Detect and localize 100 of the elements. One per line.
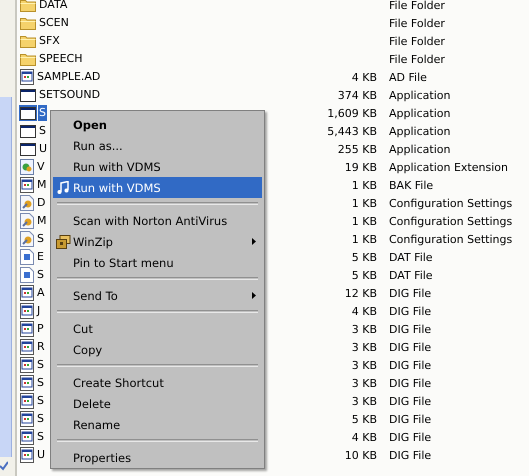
document-icon <box>20 177 34 193</box>
file-name[interactable]: J <box>36 303 42 319</box>
document-icon <box>20 303 34 319</box>
window-icon <box>20 142 36 156</box>
menu-item[interactable]: Send To <box>53 285 262 306</box>
settings-file-icon <box>20 231 34 247</box>
file-type: Configuration Settings <box>389 196 512 210</box>
file-name[interactable]: U <box>38 141 48 157</box>
file-name[interactable]: P <box>36 321 45 337</box>
menu-item[interactable]: Run with VDMS <box>53 156 262 177</box>
file-name[interactable]: S <box>38 123 47 139</box>
file-name[interactable]: A <box>36 285 46 301</box>
file-name[interactable]: U <box>36 447 46 463</box>
menu-item[interactable]: Copy <box>53 339 262 360</box>
file-type: DAT File <box>389 250 433 264</box>
file-type: BAK File <box>389 178 434 192</box>
file-size: 3 KB <box>352 340 377 354</box>
file-name[interactable]: SETSOUND <box>38 87 102 103</box>
menu-item[interactable]: Cut <box>53 318 262 339</box>
menu-item[interactable]: Pin to Start menu <box>53 252 262 273</box>
data-file-icon <box>20 249 34 265</box>
menu-item[interactable]: WinZip <box>53 231 262 252</box>
file-size: 1 KB <box>352 214 377 228</box>
file-name[interactable]: S <box>36 375 45 391</box>
file-size: 5 KB <box>352 412 377 426</box>
submenu-arrow-icon <box>252 238 256 245</box>
file-type: DIG File <box>389 340 432 354</box>
file-type: DIG File <box>389 430 432 444</box>
file-size: 5 KB <box>352 250 377 264</box>
file-size: 4 KB <box>352 304 377 318</box>
folder-icon <box>20 52 36 66</box>
file-name[interactable]: SCEN <box>38 15 70 31</box>
file-size: 1 KB <box>352 232 377 246</box>
window-icon <box>20 124 36 138</box>
menu-item[interactable]: Rename <box>53 414 262 435</box>
file-name[interactable]: S <box>36 267 45 283</box>
document-icon <box>20 447 34 463</box>
file-size: 10 KB <box>344 448 377 462</box>
document-icon <box>20 393 34 409</box>
document-icon <box>20 339 34 355</box>
file-type: DIG File <box>389 448 432 462</box>
menu-item[interactable]: Create Shortcut <box>53 372 262 393</box>
file-size: 1 KB <box>352 196 377 210</box>
file-name[interactable]: D <box>36 195 46 211</box>
menu-item[interactable]: Delete <box>53 393 262 414</box>
settings-file-icon <box>20 195 34 211</box>
window-icon <box>20 106 36 120</box>
file-name[interactable]: S <box>36 411 45 427</box>
file-name[interactable]: M <box>36 213 48 229</box>
file-name[interactable]: V <box>36 159 46 175</box>
file-size: 5 KB <box>352 268 377 282</box>
folder-icon <box>20 0 36 12</box>
menu-item[interactable]: Run with VDMS <box>53 177 262 198</box>
menu-item[interactable]: Run as... <box>53 135 262 156</box>
file-type: Application <box>389 106 450 120</box>
file-type: AD File <box>389 70 427 84</box>
file-name[interactable]: SFX <box>38 33 61 49</box>
file-name[interactable]: SPEECH <box>38 51 84 67</box>
file-size: 1 KB <box>352 178 377 192</box>
menu-item[interactable]: Properties <box>53 447 262 468</box>
folder-icon <box>20 16 36 30</box>
file-name[interactable]: DATA <box>38 0 68 13</box>
file-size: 12 KB <box>344 286 377 300</box>
file-name[interactable]: S <box>36 357 45 373</box>
music-note-icon <box>57 180 69 194</box>
folder-icon <box>20 34 36 48</box>
document-icon <box>20 411 34 427</box>
document-icon <box>20 429 34 445</box>
menu-item[interactable]: Open <box>53 114 262 135</box>
file-type: File Folder <box>389 16 445 30</box>
menu-item[interactable]: Scan with Norton AntiVirus <box>53 210 262 231</box>
file-size: 3 KB <box>352 322 377 336</box>
file-type: Configuration Settings <box>389 214 512 228</box>
file-name[interactable]: SAMPLE.AD <box>36 69 102 85</box>
file-type: Application Extension <box>389 160 508 174</box>
file-type: DIG File <box>389 304 432 318</box>
file-type: Application <box>389 124 450 138</box>
document-icon <box>20 321 34 337</box>
file-type: DIG File <box>389 412 432 426</box>
file-name[interactable]: S <box>36 393 45 409</box>
file-name[interactable]: S <box>36 231 45 247</box>
file-size: 19 KB <box>344 160 377 174</box>
document-icon <box>20 375 34 391</box>
file-type: Configuration Settings <box>389 232 512 246</box>
file-name[interactable]: S <box>36 429 45 445</box>
file-type: DAT File <box>389 268 433 282</box>
file-type: File Folder <box>389 0 445 12</box>
file-type: Application <box>389 88 450 102</box>
archive-icon <box>56 234 70 248</box>
submenu-arrow-icon <box>252 292 256 299</box>
settings-file-icon <box>20 213 34 229</box>
file-size: 5,443 KB <box>327 124 377 138</box>
file-name[interactable]: M <box>36 177 48 193</box>
file-size: 1,609 KB <box>327 106 377 120</box>
file-type: DIG File <box>389 286 432 300</box>
data-file-icon <box>20 267 34 283</box>
file-name[interactable]: E <box>36 249 45 265</box>
file-size: 3 KB <box>352 358 377 372</box>
file-name[interactable]: R <box>36 339 46 355</box>
file-name[interactable]: S <box>38 105 47 121</box>
